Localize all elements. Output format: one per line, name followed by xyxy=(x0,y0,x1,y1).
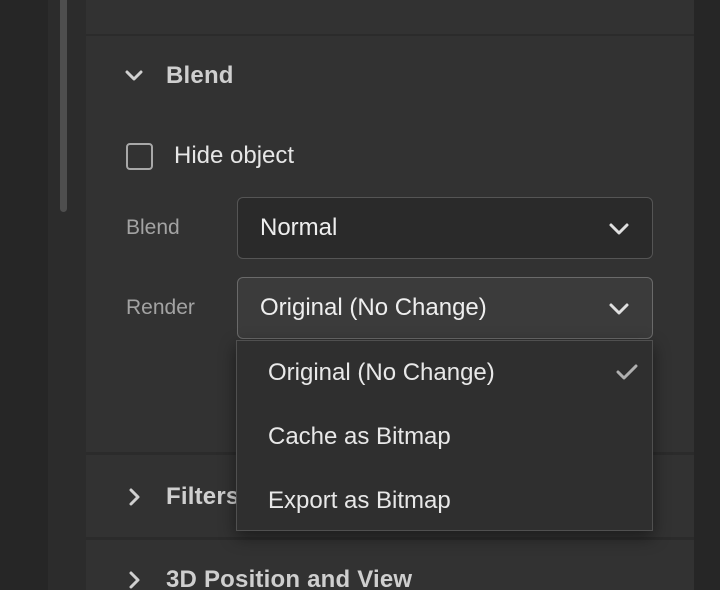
render-select[interactable]: Original (No Change) xyxy=(237,277,653,339)
render-select-value: Original (No Change) xyxy=(260,294,487,321)
checkmark-icon xyxy=(616,364,638,380)
previous-section xyxy=(86,0,694,34)
canvas-edge xyxy=(0,0,48,590)
position-section-header[interactable]: 3D Position and View xyxy=(124,566,412,590)
filters-section-title: Filters xyxy=(166,483,240,510)
chevron-right-icon xyxy=(129,571,140,589)
menu-item-label: Export as Bitmap xyxy=(268,487,451,514)
render-dropdown-menu: Original (No Change) Cache as Bitmap Exp… xyxy=(236,340,653,531)
position-section-title: 3D Position and View xyxy=(166,566,413,590)
menu-item-label: Cache as Bitmap xyxy=(268,423,451,450)
render-label: Render xyxy=(126,296,195,319)
menu-item-label: Original (No Change) xyxy=(268,359,495,386)
chevron-down-icon xyxy=(609,303,629,315)
panel-scrollbar-thumb[interactable] xyxy=(60,0,67,212)
blend-select-value: Normal xyxy=(260,214,338,241)
filters-section-header[interactable]: Filters xyxy=(124,483,239,511)
blend-label: Blend xyxy=(126,216,180,239)
render-option-cache-as-bitmap[interactable]: Cache as Bitmap xyxy=(237,405,652,469)
chevron-down-icon xyxy=(125,70,143,81)
blend-section-title: Blend xyxy=(166,62,234,89)
render-option-original[interactable]: Original (No Change) xyxy=(237,341,652,405)
blend-section-header[interactable]: Blend xyxy=(124,62,234,90)
hide-object-label: Hide object xyxy=(174,142,295,169)
panel-scroll-gutter xyxy=(48,0,86,590)
chevron-right-icon xyxy=(129,488,140,506)
panel-right-edge xyxy=(694,0,720,590)
hide-object-row[interactable]: Hide object xyxy=(126,142,294,170)
render-option-export-as-bitmap[interactable]: Export as Bitmap xyxy=(237,469,652,533)
position-section: 3D Position and View xyxy=(86,540,694,590)
hide-object-checkbox[interactable] xyxy=(126,142,153,170)
properties-window: Blend Hide object Blend Normal Render Or… xyxy=(0,0,720,590)
chevron-down-icon xyxy=(609,223,629,235)
blend-select[interactable]: Normal xyxy=(237,197,653,259)
